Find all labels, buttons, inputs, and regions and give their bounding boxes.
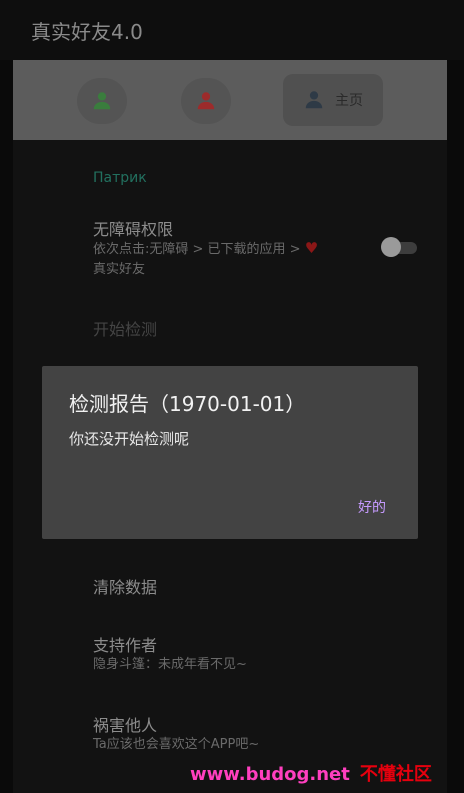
bottom-nav: 主页 [13, 60, 447, 140]
start-detect-item[interactable]: 开始检测 [93, 316, 157, 340]
accessibility-title: 无障碍权限 [93, 220, 174, 239]
nav-item-red-person[interactable] [181, 78, 231, 124]
person-icon [91, 90, 113, 112]
watermark-name: 不懂社区 [359, 764, 432, 785]
nav-home-label: 主页 [335, 93, 363, 109]
accessibility-subtitle: 依次点击:无障碍 > 已下载的应用 > ♥ 真实好友 [93, 238, 318, 280]
report-dialog: 检测报告（1970-01-01） 你还没开始检测呢 好的 [42, 366, 418, 539]
heart-icon: ♥ [304, 239, 319, 257]
dialog-title: 检测报告（1970-01-01） [69, 392, 306, 416]
watermark: www.budog.net 不懂社区 [190, 760, 432, 786]
harm-others-title: 祸害他人 [93, 716, 158, 735]
dialog-message: 你还没开始检测呢 [69, 430, 190, 448]
nav-item-home[interactable]: 主页 [283, 74, 383, 126]
switch-thumb [381, 237, 401, 257]
person-icon [195, 90, 217, 112]
section-header: Патрик [93, 170, 147, 186]
watermark-url: www.budog.net [190, 764, 350, 785]
nav-item-green-person[interactable] [77, 78, 127, 124]
accessibility-subtitle-line2: 真实好友 [93, 262, 146, 277]
harm-others-subtitle: Ta应该也会喜欢这个APP吧~ [93, 737, 260, 752]
person-icon [303, 89, 325, 111]
clear-data-item[interactable]: 清除数据 [93, 574, 157, 598]
support-author-title: 支持作者 [93, 636, 158, 655]
accessibility-switch[interactable] [381, 237, 417, 257]
dialog-ok-button[interactable]: 好的 [358, 495, 386, 519]
accessibility-subtitle-line1: 依次点击:无障碍 > 已下载的应用 > [93, 242, 301, 257]
support-author-subtitle: 隐身斗篷：未成年看不见~ [93, 657, 247, 672]
app-title: 真实好友4.0 [31, 20, 143, 44]
app-bar: 真实好友4.0 [0, 0, 464, 60]
